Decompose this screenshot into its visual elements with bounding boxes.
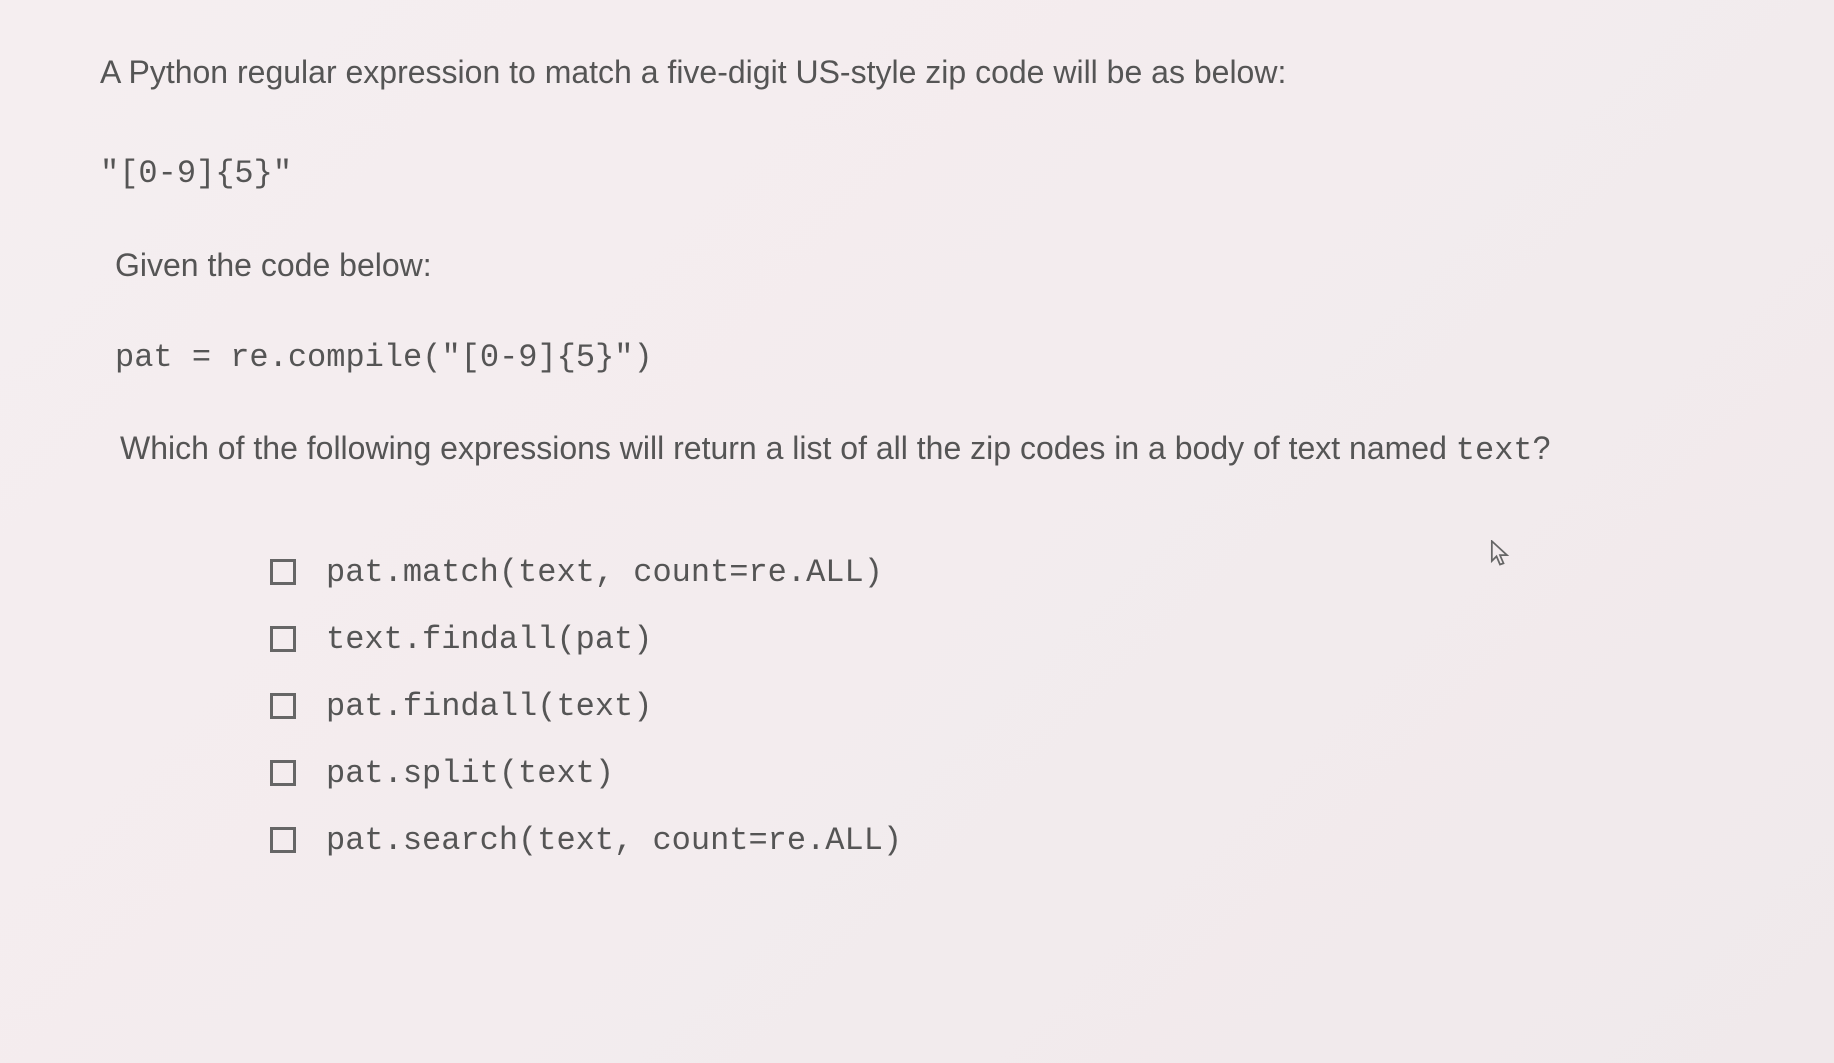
- question-container: A Python regular expression to match a f…: [100, 50, 1734, 859]
- option-label: pat.split(text): [326, 755, 614, 792]
- prompt-suffix: ?: [1533, 430, 1551, 466]
- regex-pattern: "[0-9]{5}": [100, 155, 1734, 192]
- option-label: pat.search(text, count=re.ALL): [326, 822, 902, 859]
- checkbox-option-0[interactable]: [270, 559, 296, 585]
- option-label: pat.match(text, count=re.ALL): [326, 554, 883, 591]
- given-code-label: Given the code below:: [115, 247, 1734, 284]
- question-prompt: Which of the following expressions will …: [120, 426, 1734, 474]
- option-label: pat.findall(text): [326, 688, 652, 725]
- code-snippet: pat = re.compile("[0-9]{5}"): [115, 339, 1734, 376]
- option-row: pat.findall(text): [270, 688, 1734, 725]
- checkbox-option-4[interactable]: [270, 827, 296, 853]
- option-row: pat.split(text): [270, 755, 1734, 792]
- checkbox-option-3[interactable]: [270, 760, 296, 786]
- option-label: text.findall(pat): [326, 621, 652, 658]
- option-row: pat.search(text, count=re.ALL): [270, 822, 1734, 859]
- option-row: pat.match(text, count=re.ALL): [270, 554, 1734, 591]
- option-row: text.findall(pat): [270, 621, 1734, 658]
- question-intro: A Python regular expression to match a f…: [100, 50, 1734, 95]
- options-list: pat.match(text, count=re.ALL) text.finda…: [270, 554, 1734, 859]
- checkbox-option-2[interactable]: [270, 693, 296, 719]
- prompt-prefix: Which of the following expressions will …: [120, 430, 1456, 466]
- checkbox-option-1[interactable]: [270, 626, 296, 652]
- prompt-code-word: text: [1456, 432, 1533, 469]
